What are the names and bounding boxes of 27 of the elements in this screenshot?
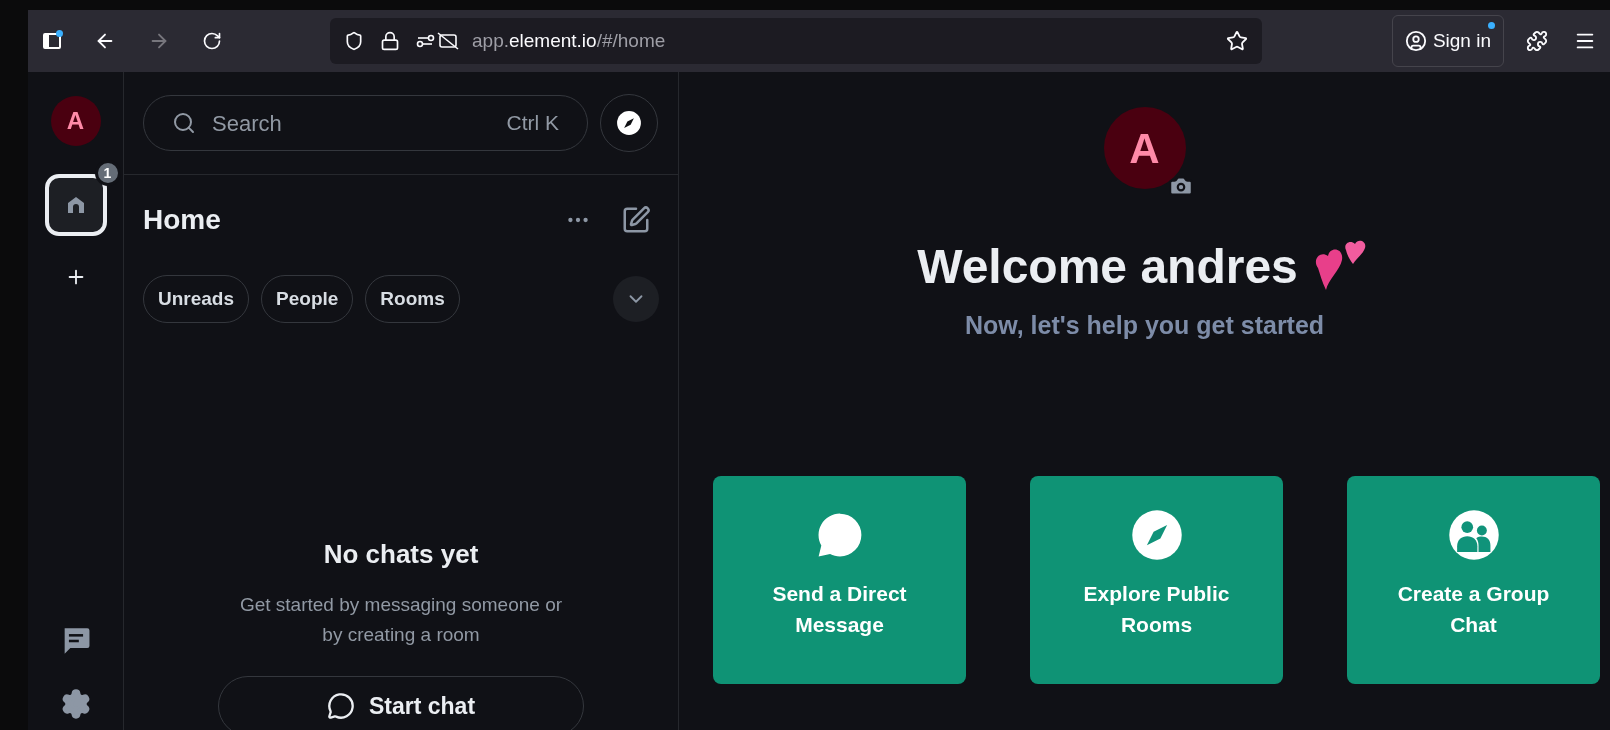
welcome-heading: Welcome andres bbox=[917, 239, 1298, 295]
user-avatar[interactable]: A bbox=[50, 96, 101, 146]
address-bar[interactable]: app.element.io/#/home bbox=[330, 18, 1262, 64]
home-heading: Home bbox=[143, 203, 221, 237]
action-card[interactable]: Send a Direct Message bbox=[713, 476, 966, 684]
compass-icon bbox=[616, 110, 642, 136]
search-icon bbox=[172, 111, 196, 135]
lock-icon[interactable] bbox=[380, 31, 400, 51]
chat-bubble-icon bbox=[326, 692, 355, 720]
compose-icon[interactable] bbox=[621, 205, 651, 235]
account-icon bbox=[1404, 30, 1427, 52]
permissions-icon[interactable] bbox=[416, 31, 460, 51]
sign-in-button[interactable]: Sign in bbox=[1391, 15, 1504, 67]
shield-icon[interactable] bbox=[344, 31, 364, 51]
action-card[interactable]: Create a Group Chat bbox=[1347, 476, 1600, 684]
empty-state-title: No chats yet bbox=[323, 538, 479, 571]
empty-state-text: Get started by messaging someone or by creating a room bbox=[238, 593, 564, 647]
group-icon bbox=[1446, 508, 1501, 562]
url-text: app.element.io/#/home bbox=[472, 28, 666, 53]
bookmark-star-icon[interactable] bbox=[1226, 30, 1248, 52]
extensions-icon[interactable] bbox=[1526, 30, 1548, 52]
welcome-subtitle: Now, let's help you get started bbox=[964, 310, 1325, 341]
action-card[interactable]: Explore Public Rooms bbox=[1030, 476, 1283, 684]
compass-icon bbox=[1129, 508, 1184, 562]
unread-badge: 1 bbox=[94, 160, 121, 186]
reload-icon[interactable] bbox=[202, 31, 222, 51]
profile-avatar[interactable]: A bbox=[1103, 107, 1186, 189]
